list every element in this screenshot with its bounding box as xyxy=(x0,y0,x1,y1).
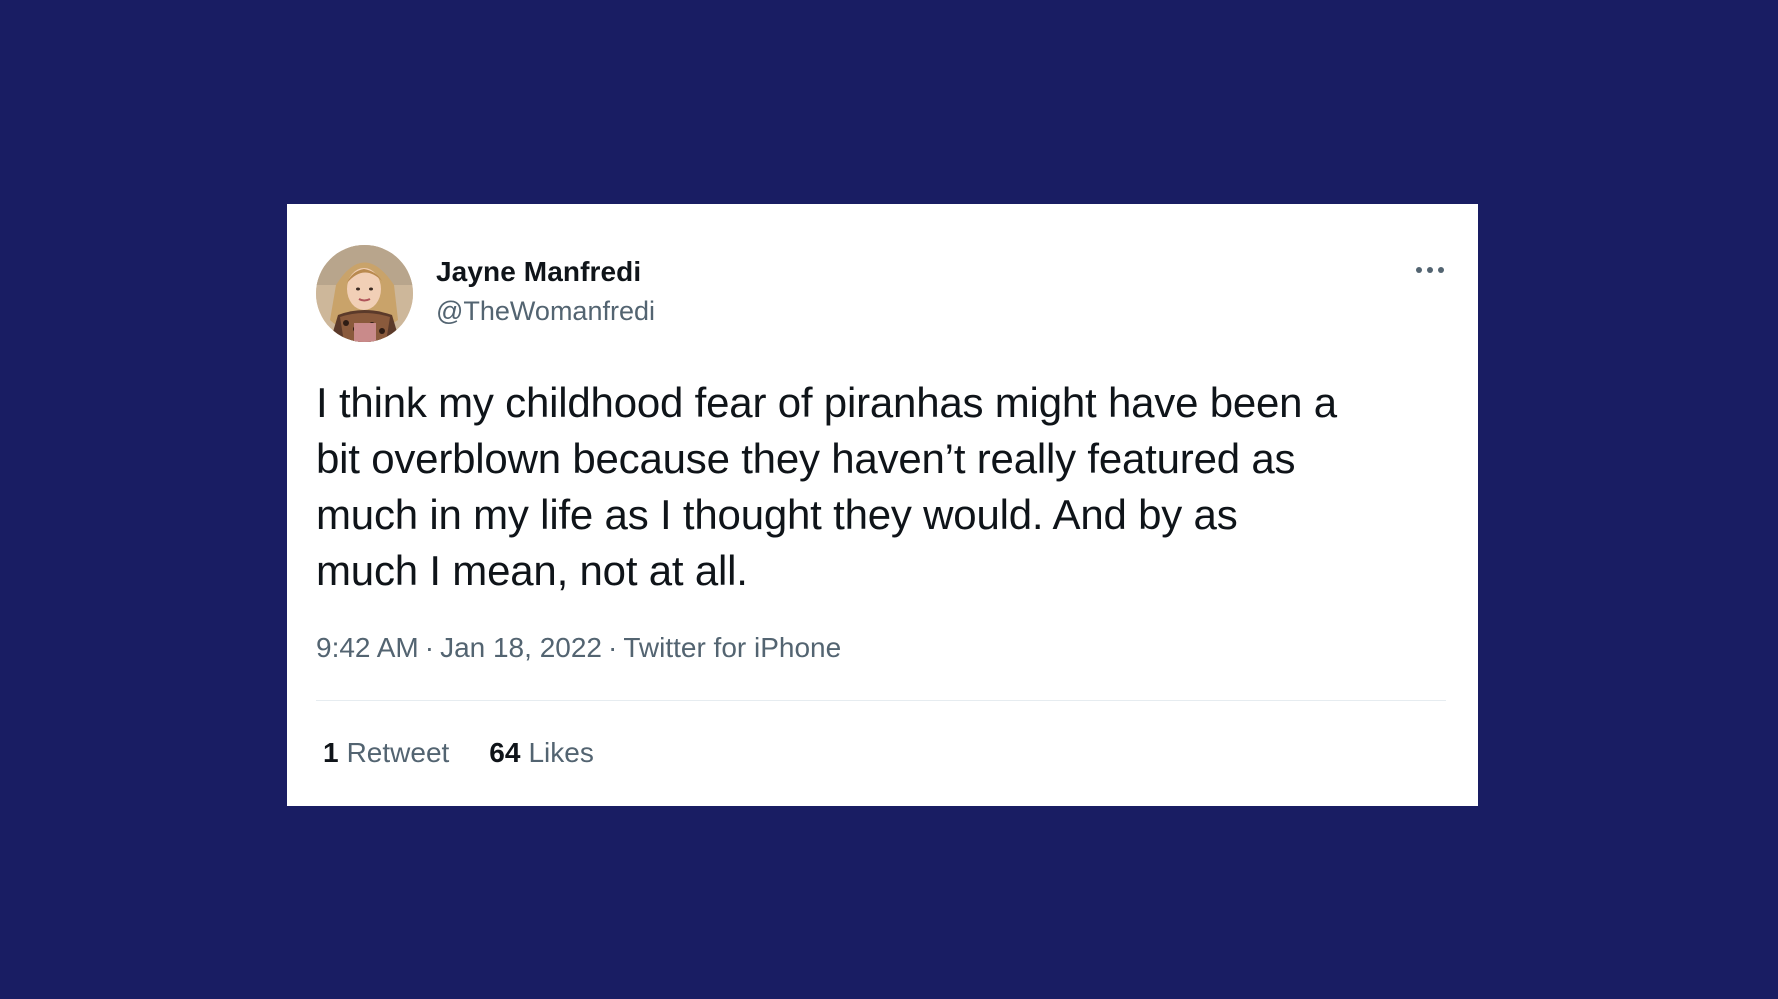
meta-separator: · xyxy=(607,632,618,663)
engagement-stats: 1 Retweet 64 Likes xyxy=(323,737,594,769)
likes-label: Likes xyxy=(528,737,594,768)
retweets-label: Retweet xyxy=(346,737,450,768)
tweet-source-link[interactable]: Twitter for iPhone xyxy=(623,632,841,663)
avatar[interactable] xyxy=(316,245,413,342)
more-options-button[interactable] xyxy=(1414,262,1446,278)
profile-photo-icon xyxy=(316,245,413,342)
divider xyxy=(316,700,1446,701)
likes-count: 64 xyxy=(489,737,521,768)
tweet-card: Jayne Manfredi @TheWomanfredi I think my… xyxy=(287,204,1478,806)
tweet-meta: 9:42 AM · Jan 18, 2022 · Twitter for iPhone xyxy=(316,632,841,664)
retweets-count: 1 xyxy=(323,737,339,768)
tweet-text: I think my childhood fear of piranhas mi… xyxy=(316,379,1337,594)
author-display-name[interactable]: Jayne Manfredi xyxy=(436,256,641,288)
tweet-time[interactable]: 9:42 AM xyxy=(316,632,419,663)
author-handle[interactable]: @TheWomanfredi xyxy=(436,296,655,327)
tweet-date[interactable]: Jan 18, 2022 xyxy=(440,632,602,663)
retweets-stat[interactable]: 1 Retweet xyxy=(323,737,449,769)
more-horizontal-icon xyxy=(1416,267,1444,273)
meta-separator: · xyxy=(424,632,435,663)
likes-stat[interactable]: 64 Likes xyxy=(489,737,594,769)
